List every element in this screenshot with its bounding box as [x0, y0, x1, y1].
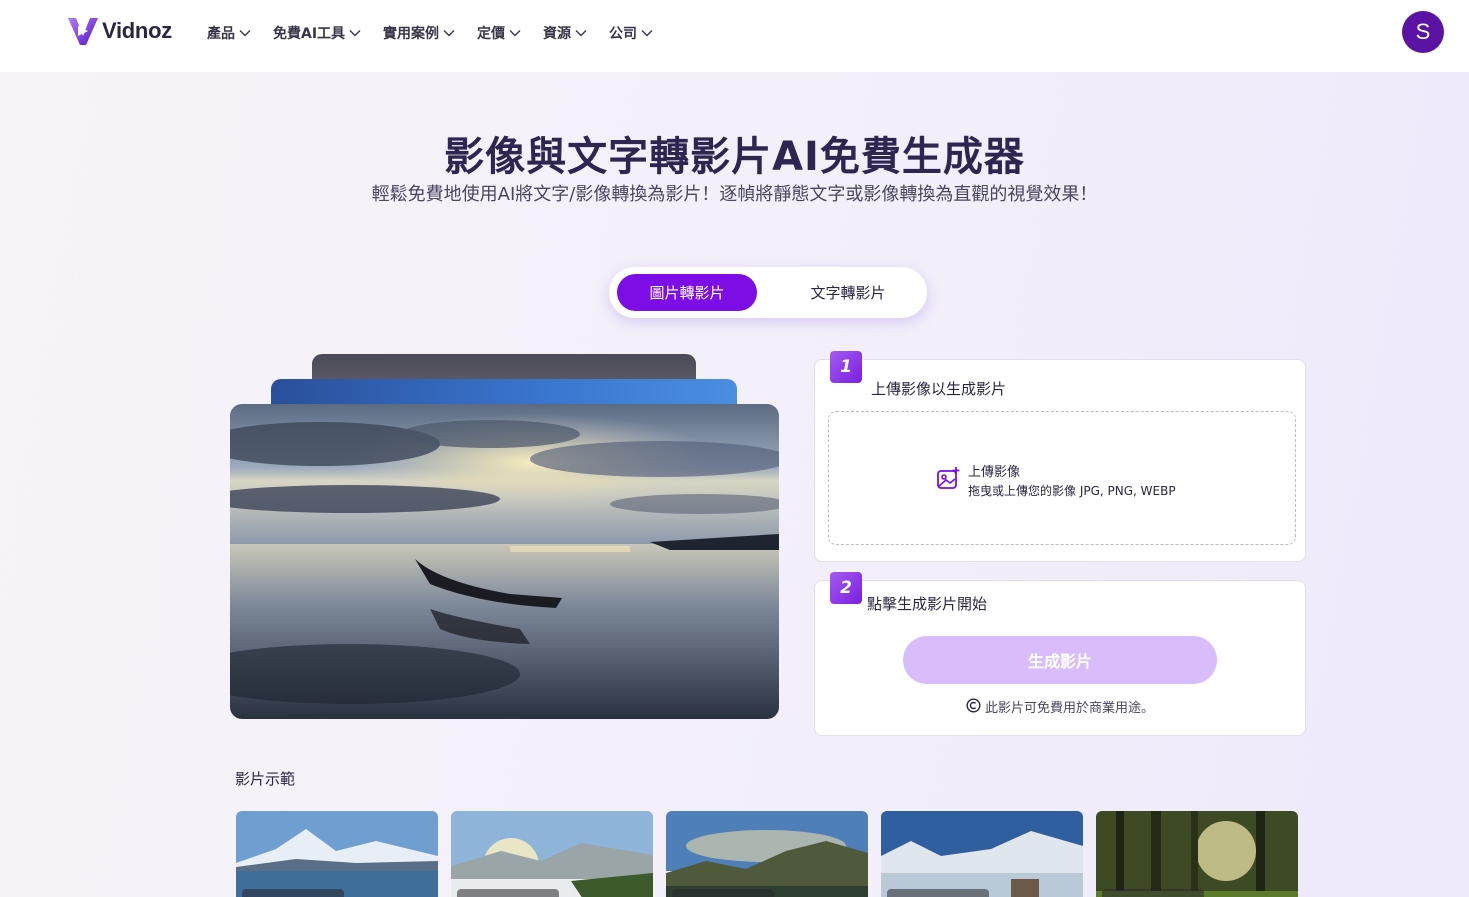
nav-item-use-cases[interactable]: 實用案例: [383, 22, 455, 44]
preview-image-boat-lake: [230, 404, 779, 719]
generate-step-title: 點擊生成影片開始: [867, 595, 988, 613]
nav-label: 公司: [609, 26, 638, 42]
nav-label: 資源: [543, 26, 572, 42]
sample-label-badge: [242, 889, 344, 897]
page-title: 影像與文字轉影片AI免費生成器: [444, 134, 1025, 180]
nav-label: 產品: [207, 26, 235, 42]
mode-tab-switcher: 圖片轉影片 文字轉影片: [609, 267, 927, 318]
upload-label: 上傳影像: [968, 465, 1021, 480]
vidnoz-logo[interactable]: Vidnoz: [66, 14, 172, 48]
tab-image-to-video[interactable]: 圖片轉影片: [617, 274, 757, 311]
step-number-badge: 2: [830, 572, 862, 604]
chevron-down-icon: [575, 30, 587, 37]
top-navigation-bar: Vidnoz 產品 免費AI工具 實用案例 定價 資源 公司 S: [0, 0, 1469, 72]
nav-label: 免費AI工具: [273, 26, 346, 42]
mountain-lake-thumbnail-icon: [236, 811, 438, 897]
commercial-use-note: 此影片可免費用於商業用途。: [985, 701, 1155, 716]
nav-item-pricing[interactable]: 定價: [477, 22, 521, 44]
snowy-valley-thumbnail-icon: [881, 811, 1083, 897]
chevron-down-icon: [349, 30, 361, 37]
brand-name: Vidnoz: [102, 18, 172, 43]
chevron-down-icon: [509, 30, 521, 37]
generate-video-button[interactable]: 生成影片: [903, 636, 1217, 684]
alpine-lake-thumbnail-icon: [666, 811, 868, 897]
upload-step-title: 上傳影像以生成影片: [871, 380, 1007, 398]
page-subtitle: 輕鬆免費地使用AI將文字/影像轉換為影片！逐幀將靜態文字或影像轉換為直觀的視覺效…: [371, 184, 1098, 205]
misty-valley-thumbnail-icon: [451, 811, 653, 897]
sample-video-thumbnail[interactable]: [1096, 811, 1298, 897]
sample-label-badge: [672, 889, 774, 897]
samples-section-title: 影片示範: [235, 770, 296, 788]
image-upload-dropzone[interactable]: [828, 411, 1296, 545]
vidnoz-logo-icon: [68, 18, 98, 45]
copyright-icon: [966, 698, 981, 713]
nav-item-products[interactable]: 產品: [207, 22, 251, 44]
chevron-down-icon: [641, 30, 653, 37]
sample-label-badge: [887, 889, 989, 897]
sample-video-thumbnail[interactable]: [236, 811, 438, 897]
forest-thumbnail-icon: [1096, 811, 1298, 897]
upload-format-hint: 拖曳或上傳您的影像 JPG, PNG, WEBP: [968, 484, 1176, 498]
sample-video-thumbnail[interactable]: [881, 811, 1083, 897]
sample-video-thumbnail[interactable]: [451, 811, 653, 897]
nav-label: 定價: [477, 26, 506, 42]
user-avatar[interactable]: S: [1402, 11, 1444, 53]
sample-label-badge: [1102, 889, 1204, 897]
tab-text-to-video[interactable]: 文字轉影片: [773, 274, 923, 311]
sample-video-thumbnail[interactable]: [666, 811, 868, 897]
nav-item-company[interactable]: 公司: [609, 22, 653, 44]
step-number-badge: 1: [830, 351, 862, 383]
nav-item-free-ai-tools[interactable]: 免費AI工具: [273, 22, 361, 44]
chevron-down-icon: [239, 30, 251, 37]
add-image-icon: [937, 467, 960, 489]
chevron-down-icon: [443, 30, 455, 37]
sample-label-badge: [457, 889, 559, 897]
nav-item-resources[interactable]: 資源: [543, 22, 587, 44]
main-nav: 產品 免費AI工具 實用案例 定價 資源 公司: [207, 22, 675, 44]
nav-label: 實用案例: [383, 26, 440, 42]
